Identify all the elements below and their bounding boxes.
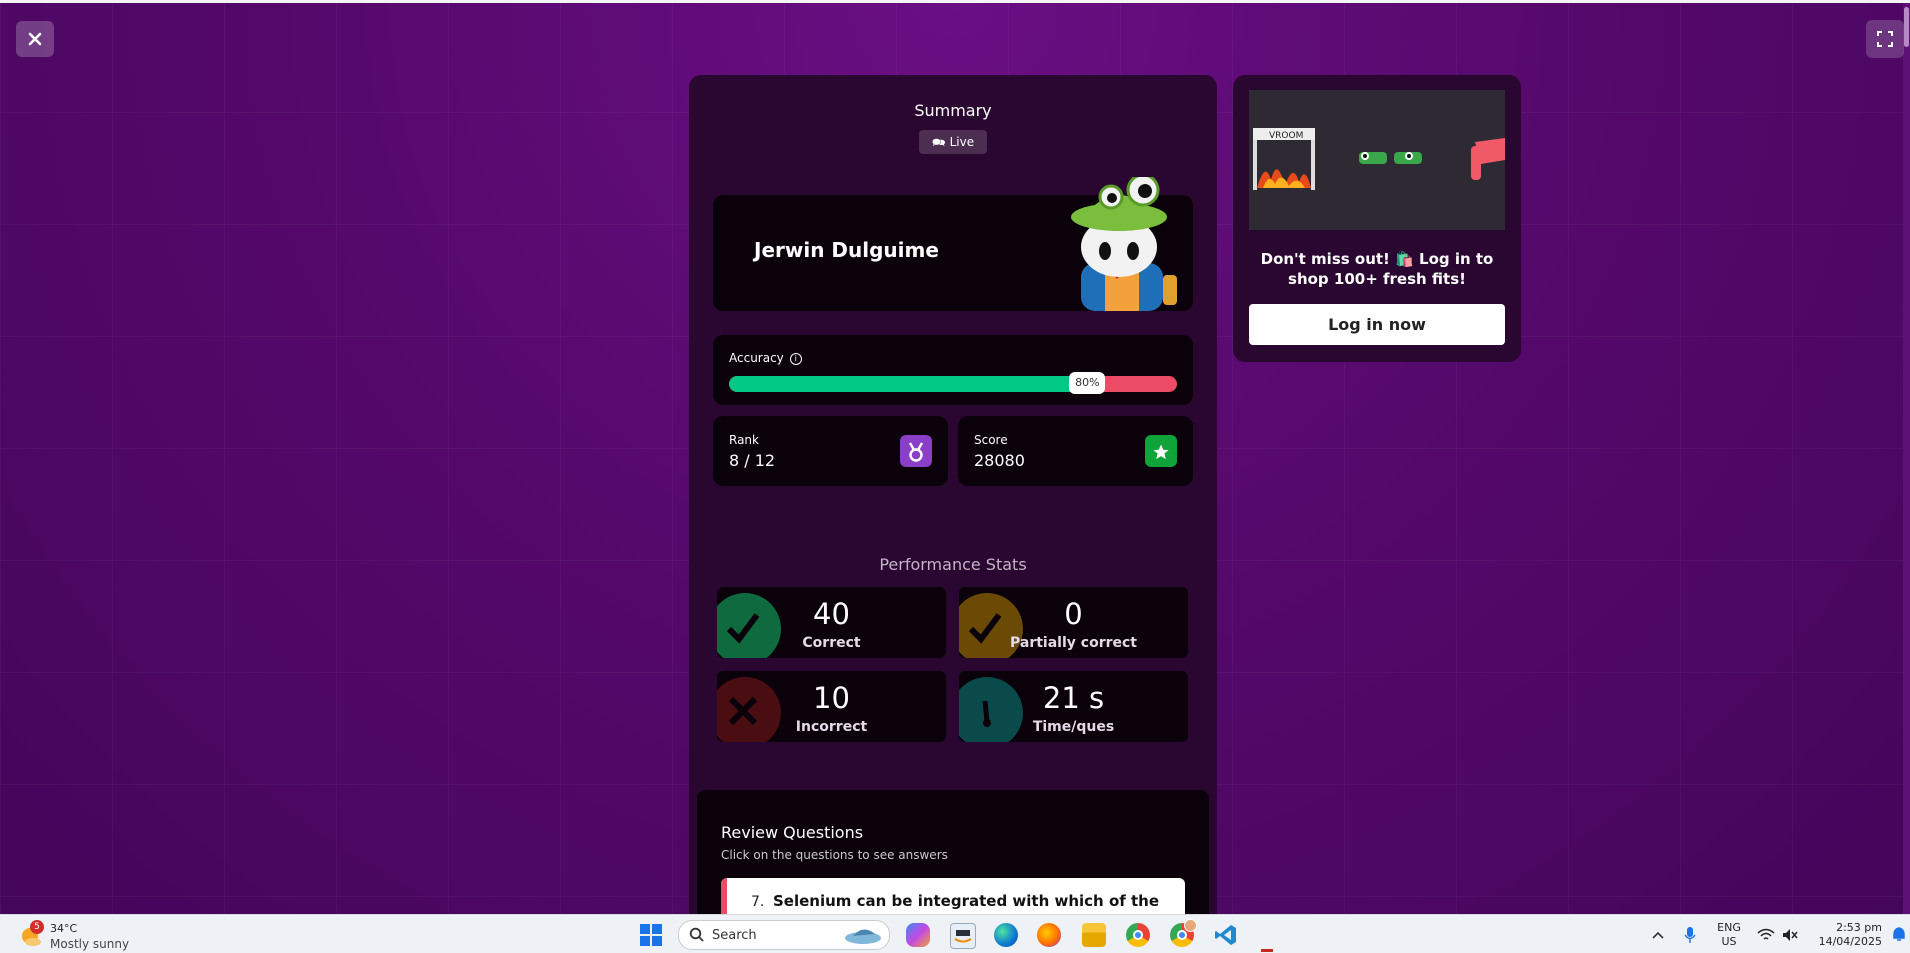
fullscreen-button[interactable] — [1866, 20, 1904, 58]
accuracy-card: Accuracy i 80% — [713, 335, 1193, 405]
rank-card: Rank 8 / 12 — [713, 416, 948, 486]
player-card: Jerwin Dulguime — [713, 177, 1193, 311]
clock-date: 14/04/2025 — [1818, 935, 1882, 948]
score-label: Score — [974, 433, 1008, 447]
correct-label: Correct — [802, 635, 861, 651]
partial-label: Partially correct — [1010, 635, 1137, 651]
time-per-question: 21 s — [1042, 681, 1105, 715]
language-line1: ENG — [1717, 921, 1741, 934]
promo-image: VROOM — [1249, 90, 1505, 230]
page-scrollbar[interactable] — [1903, 3, 1910, 914]
time-label: Time/ques — [1032, 719, 1115, 735]
clock-time: 2:53 pm — [1836, 921, 1882, 934]
medal-icon — [900, 435, 932, 467]
microphone-icon[interactable] — [1684, 927, 1696, 943]
notification-bell-icon[interactable] — [1892, 927, 1906, 943]
review-subtitle: Click on the questions to see answers — [721, 848, 948, 862]
live-label: Live — [949, 135, 975, 149]
correct-stat-card: 40 Correct — [717, 587, 946, 658]
partial-stat-card: 0 Partially correct — [959, 587, 1188, 658]
rank-value: 8 / 12 — [729, 451, 776, 470]
taskbar: 5 34°C Mostly sunny Search ENG US 2:53 p… — [0, 914, 1910, 953]
firefox-icon[interactable] — [1037, 923, 1061, 947]
close-icon — [28, 32, 42, 46]
language-indicator[interactable]: ENG US — [1714, 921, 1744, 949]
fullscreen-icon — [1877, 31, 1893, 47]
chevron-up-icon[interactable] — [1652, 929, 1664, 941]
correct-count: 40 — [813, 597, 850, 631]
file-explorer-icon[interactable] — [1082, 923, 1106, 947]
promo-card: VROOM Don't miss out! 🛍️ Log in to shop … — [1233, 75, 1521, 362]
amazon-icon[interactable] — [950, 923, 976, 949]
banner-text: VROOM — [1269, 131, 1303, 141]
clock[interactable]: 2:53 pm 14/04/2025 — [1810, 921, 1882, 949]
weather-condition: Mostly sunny — [50, 937, 130, 951]
vscode-icon[interactable] — [1214, 923, 1238, 947]
incorrect-stat-card: 10 Incorrect — [717, 671, 946, 742]
weather-badge: 5 — [30, 920, 44, 934]
search-label: Search — [712, 928, 757, 943]
summary-title: Summary — [914, 101, 992, 120]
promo-text: Don't miss out! 🛍️ Log in to shop 100+ f… — [1260, 250, 1494, 288]
scrollbar-thumb[interactable] — [1904, 7, 1909, 47]
close-button[interactable] — [16, 21, 54, 57]
accuracy-label: Accuracy — [729, 351, 784, 365]
question-text: Selenium can be integrated with which of… — [773, 892, 1160, 910]
search-highlight-icon — [845, 929, 881, 944]
rank-label: Rank — [729, 433, 759, 447]
partial-count: 0 — [1064, 597, 1083, 631]
live-icon: 🗪 — [931, 136, 946, 149]
time-stat-card: 21 s Time/ques — [959, 671, 1188, 742]
chrome-profile-icon[interactable] — [1170, 919, 1197, 947]
copilot-icon[interactable] — [906, 923, 930, 947]
question-card[interactable]: 7. Selenium can be integrated with which… — [721, 878, 1185, 918]
review-questions-section: Review Questions Click on the questions … — [697, 790, 1209, 918]
score-value: 28080 — [974, 451, 1025, 470]
taskbar-search[interactable]: Search — [678, 920, 890, 950]
info-icon[interactable]: i — [789, 353, 802, 365]
login-button[interactable]: Log in now — [1249, 304, 1505, 345]
accuracy-label-row: Accuracy i — [729, 351, 802, 365]
edge-icon[interactable] — [994, 923, 1018, 947]
summary-panel: Summary 🗪 Live Jerwin Dulguime Accuracy i — [689, 75, 1217, 918]
incorrect-label: Incorrect — [795, 719, 868, 735]
incorrect-marker — [721, 878, 727, 918]
chrome-icon[interactable] — [1126, 923, 1150, 947]
score-card: Score 28080 — [958, 416, 1193, 486]
running-indicator — [1261, 949, 1273, 952]
review-title: Review Questions — [721, 823, 864, 842]
star-icon — [1145, 435, 1177, 467]
language-line2: US — [1721, 935, 1737, 948]
speaker-muted-icon[interactable] — [1782, 928, 1798, 942]
weather-temp: 34°C — [50, 922, 78, 935]
top-border — [0, 0, 1910, 3]
accuracy-percent: 80% — [1069, 372, 1106, 394]
player-name: Jerwin Dulguime — [754, 238, 939, 262]
wifi-icon[interactable] — [1757, 928, 1775, 942]
accuracy-bar — [729, 376, 1177, 392]
windows-start-icon[interactable] — [640, 924, 662, 946]
incorrect-count: 10 — [813, 681, 850, 715]
question-number: 7. — [751, 894, 765, 910]
race-illustration: VROOM — [1253, 128, 1505, 190]
live-badge: 🗪 Live — [919, 130, 987, 154]
performance-title: Performance Stats — [879, 555, 1027, 574]
search-icon — [689, 927, 704, 942]
frog-avatar — [1071, 177, 1177, 311]
accuracy-bar-fill — [729, 376, 1088, 392]
